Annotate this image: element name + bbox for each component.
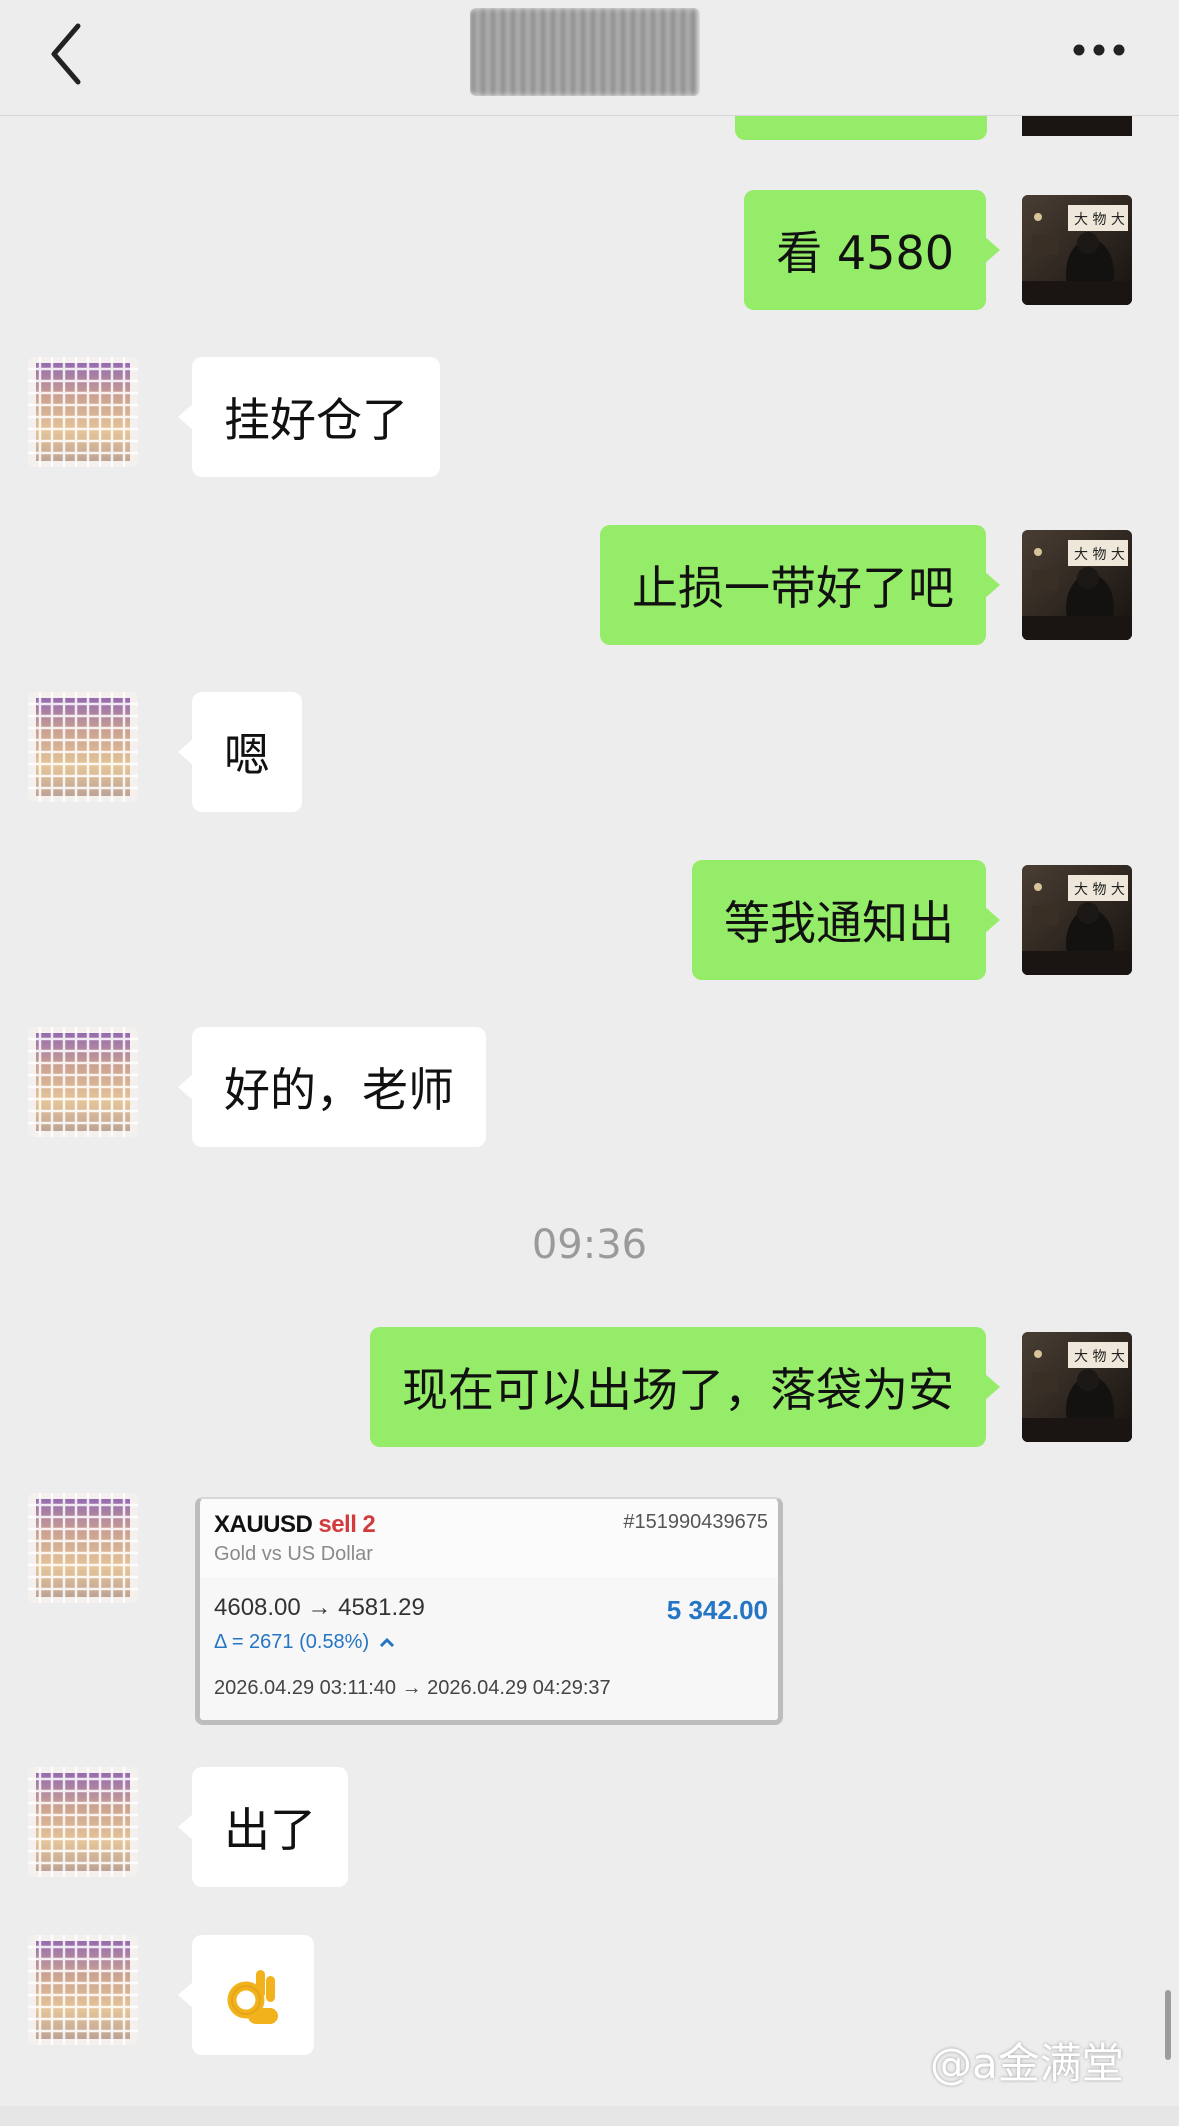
avatar[interactable] [28, 1493, 138, 1603]
avatar[interactable] [1022, 865, 1132, 975]
ok-hand-emoji-icon [227, 1970, 278, 2024]
message-bubble[interactable]: 等我通知出 [692, 860, 1000, 980]
emoji-message-bubble[interactable]: 👌 [178, 1935, 314, 2055]
avatar[interactable] [28, 1935, 138, 2045]
back-button[interactable] [40, 18, 100, 90]
avatar[interactable] [1022, 530, 1132, 640]
trade-delta: Δ = 2671 (0.58%) [214, 1631, 395, 1654]
avatar[interactable] [28, 357, 138, 467]
trade-symbol: XAUUSD sell 2 [214, 1511, 376, 1538]
trade-side: sell [318, 1511, 357, 1538]
message-bubble[interactable]: 出了 [178, 1767, 348, 1887]
message-bubble[interactable]: 止损一带好了吧 [600, 525, 1000, 645]
avatar[interactable] [28, 692, 138, 802]
more-button[interactable] [1059, 30, 1139, 70]
trade-card-header: XAUUSD sell 2 Gold vs US Dollar #151990439… [200, 1499, 778, 1577]
bottom-edge [0, 2106, 1179, 2126]
ellipsis-icon [1073, 44, 1125, 56]
trade-times: 2026.04.29 03:11:40 → 2026.04.29 04:29:3… [214, 1677, 611, 1699]
chat-title [470, 8, 700, 96]
message-timestamp: 09:36 [531, 1222, 648, 1268]
avatar[interactable] [28, 1027, 138, 1137]
chevron-left-icon [51, 23, 81, 85]
trade-screenshot-image[interactable]: XAUUSD sell 2 Gold vs US Dollar #151990439… [195, 1497, 783, 1725]
scrollbar[interactable] [1165, 1990, 1171, 2060]
watermark: @a金满堂 [930, 2039, 1124, 2088]
chat-header [0, 0, 1179, 116]
message-bubble[interactable]: 看 4580 [744, 190, 1000, 310]
trade-volume: 2 [362, 1511, 376, 1538]
avatar[interactable] [1022, 1332, 1132, 1442]
message-bubble[interactable]: 好的，老师 [178, 1027, 486, 1147]
trade-description: Gold vs US Dollar [214, 1543, 373, 1565]
avatar[interactable] [1022, 195, 1132, 305]
trade-prices: 4608.00 → 4581.29 [214, 1594, 425, 1621]
trade-ticket: #151990439675 [623, 1511, 768, 1533]
caret-up-icon [379, 1637, 394, 1648]
message-bubble[interactable]: 现在可以出场了，落袋为安 [370, 1327, 1000, 1447]
message-bubble[interactable]: 嗯 [178, 692, 302, 812]
message-bubble[interactable]: 挂好仓了 [178, 357, 440, 477]
trade-profit: 5 342.00 [666, 1595, 768, 1625]
avatar[interactable] [28, 1767, 138, 1877]
